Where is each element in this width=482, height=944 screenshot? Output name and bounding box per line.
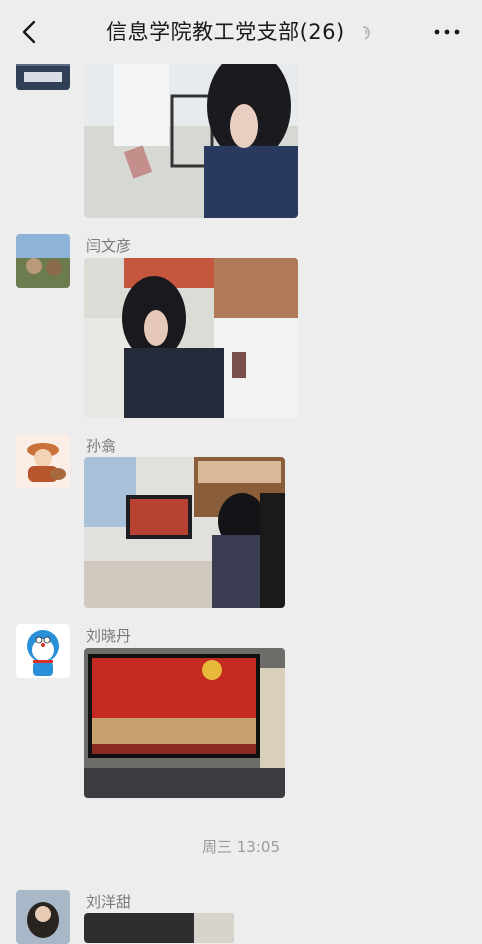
chat-title: 信息学院教工党支部(26)	[106, 20, 345, 44]
timestamp: 周三 13:05	[202, 838, 280, 856]
avatar[interactable]	[16, 234, 70, 288]
sender-name: 刘晓丹	[86, 627, 132, 645]
avatar[interactable]	[16, 890, 70, 944]
photo-message[interactable]	[84, 258, 298, 418]
photo-message[interactable]	[84, 648, 285, 798]
photo-message[interactable]	[84, 913, 234, 943]
chat-title-wrap: 信息学院教工党支部(26)	[60, 16, 422, 46]
back-icon[interactable]	[14, 14, 48, 50]
mute-icon	[362, 26, 370, 40]
avatar[interactable]	[16, 624, 70, 678]
chat-header: 信息学院教工党支部(26)	[0, 0, 482, 64]
avatar[interactable]	[16, 434, 70, 488]
sender-name: 闫文彦	[86, 237, 132, 255]
sender-name: 孙翕	[86, 437, 117, 455]
sender-name: 刘洋甜	[86, 893, 132, 911]
photo-message[interactable]	[84, 457, 285, 608]
more-icon[interactable]	[432, 20, 462, 44]
